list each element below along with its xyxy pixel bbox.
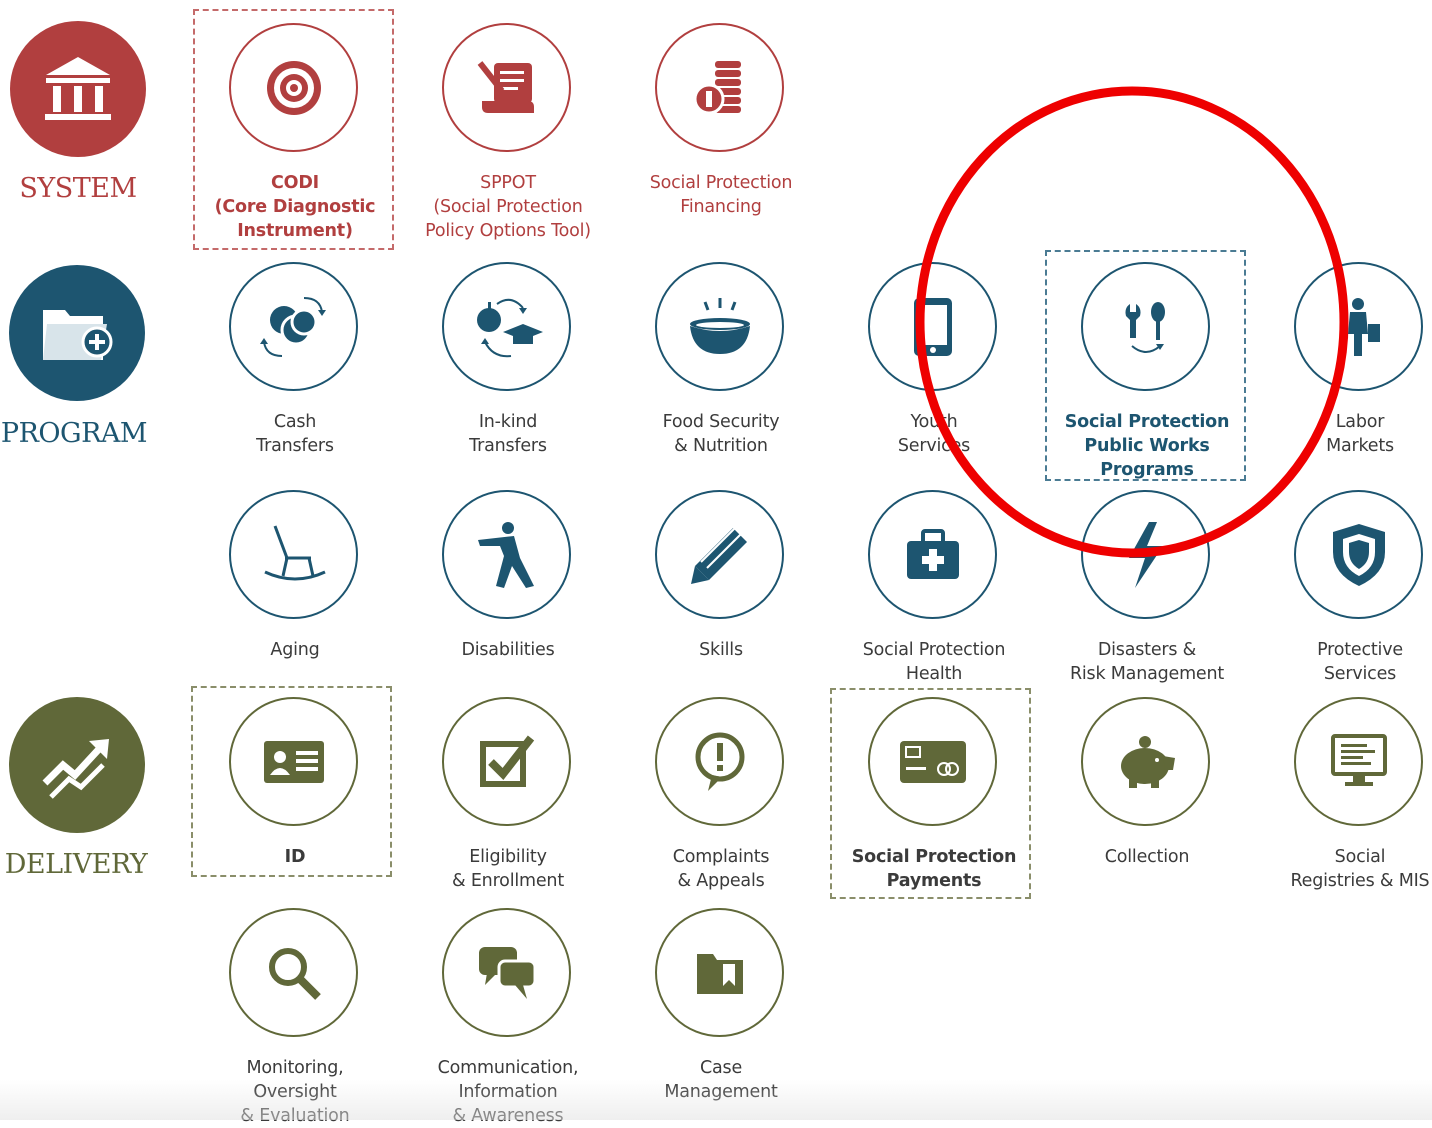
shield-icon (1294, 490, 1423, 619)
folder-plus-icon (9, 265, 145, 401)
tool-label-codi: CODI (Core Diagnostic Instrument) (214, 173, 376, 241)
payment-card-icon (868, 697, 997, 826)
category-label-program: PROGRAM (0, 418, 148, 449)
tool-label-labor-markets: Labor Markets (1326, 412, 1394, 456)
tool-label-sppot: SPPOT (Social Protection Policy Options … (425, 173, 591, 241)
tool-label-payments: Social Protection Payments (851, 847, 1017, 891)
pencil-icon (655, 490, 784, 619)
bowl-icon (655, 262, 784, 391)
tool-label-communication: Communication, Information & Awareness (437, 1058, 579, 1126)
tool-label-monitoring: Monitoring, Oversight & Evaluation (240, 1058, 350, 1126)
tool-label-protective-services: Protective Services (1317, 640, 1403, 684)
tool-label-financing: Social Protection Financing (649, 173, 793, 217)
scroll-pen-icon (442, 23, 571, 152)
checkbox-icon (442, 697, 571, 826)
tool-label-youth-services: Youth Services (897, 412, 971, 456)
tool-label-id: ID (284, 847, 306, 867)
tool-label-registries: Social Registries & MIS (1290, 847, 1430, 891)
rocking-chair-icon (229, 490, 358, 619)
lightning-icon (1081, 490, 1210, 619)
piggy-bank-icon (1081, 697, 1210, 826)
tool-label-skills: Skills (699, 640, 743, 660)
chat-bubbles-icon (442, 908, 571, 1037)
tool-label-case-management: Case Management (664, 1058, 778, 1102)
computer-monitor-icon (1294, 697, 1423, 826)
id-card-icon (229, 697, 358, 826)
apple-graduation-cap-icon (442, 262, 571, 391)
tool-label-food-security: Food Security & Nutrition (662, 412, 780, 456)
person-reaching-icon (442, 490, 571, 619)
tool-label-complaints: Complaints & Appeals (672, 847, 770, 891)
tool-label-public-works: Social Protection Public Works Programs (1064, 412, 1230, 480)
worker-icon (1294, 262, 1423, 391)
tool-label-health: Social Protection Health (862, 640, 1006, 684)
tool-label-collection: Collection (1104, 847, 1190, 867)
magnifier-icon (229, 908, 358, 1037)
coins-cycle-icon (229, 262, 358, 391)
tablet-icon (868, 262, 997, 391)
tool-label-eligibility: Eligibility & Enrollment (452, 847, 564, 891)
tool-label-cash-transfers: Cash Transfers (256, 412, 334, 456)
tool-label-disasters: Disasters & Risk Management (1069, 640, 1225, 684)
wrench-spoon-cycle-icon (1081, 262, 1210, 391)
coin-stack-icon (655, 23, 784, 152)
tool-label-inkind-transfers: In-kind Transfers (469, 412, 547, 456)
tool-label-aging: Aging (270, 640, 320, 660)
medical-kit-icon (868, 490, 997, 619)
trend-arrows-icon (9, 697, 145, 833)
institution-building-icon (10, 21, 146, 157)
folder-icon (655, 908, 784, 1037)
category-label-delivery: DELIVERY (4, 849, 148, 880)
target-icon (229, 23, 358, 152)
tool-label-disabilities: Disabilities (461, 640, 555, 660)
category-label-system: SYSTEM (19, 173, 137, 204)
exclamation-bubble-icon (655, 697, 784, 826)
